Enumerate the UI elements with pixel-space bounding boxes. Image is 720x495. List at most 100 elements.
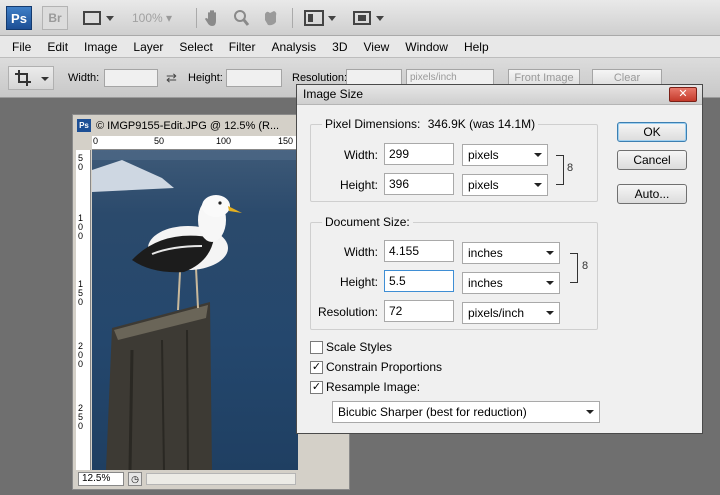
swap-icon[interactable]: ⇄ <box>166 70 177 86</box>
menu-select[interactable]: Select <box>173 40 218 54</box>
ruler-tick-label: 50 <box>154 136 165 146</box>
menu-window[interactable]: Window <box>399 40 454 54</box>
rotate-hand-icon <box>265 11 277 26</box>
doc-link-bracket <box>570 253 578 283</box>
tool-preset-picker[interactable] <box>8 66 54 90</box>
document-zoom-field[interactable]: 12.5% <box>78 472 124 486</box>
pixel-dimensions-heading: Pixel Dimensions: 346.9K (was 14.1M) <box>322 117 539 131</box>
chain-link-icon: 8 <box>567 162 574 174</box>
checkmark-icon: ✓ <box>311 361 322 373</box>
resample-image-checkbox[interactable]: ✓ <box>310 381 323 394</box>
scale-styles-label: Scale Styles <box>326 340 393 354</box>
image-canvas[interactable] <box>92 150 298 470</box>
pixel-height-label: Height: <box>339 178 378 192</box>
ruler-tick-label: 2 0 0 <box>78 341 84 369</box>
crop-tool-icon <box>15 70 49 86</box>
pixel-height-input[interactable]: 396 <box>384 173 454 195</box>
resolution-unit-value: pixels/inch <box>410 72 457 83</box>
seagull-photo <box>92 150 298 470</box>
ruler-tick-label: 100 <box>216 136 232 146</box>
screen-mode-select[interactable] <box>352 8 388 28</box>
auto-button[interactable]: Auto... <box>617 184 687 204</box>
doc-resolution-input[interactable]: 72 <box>384 300 454 322</box>
pixel-dimensions-summary: 346.9K (was 14.1M) <box>427 117 536 131</box>
document-size-label: Document Size: <box>322 215 413 229</box>
crop-height-input[interactable] <box>226 69 282 87</box>
zoom-tool-button[interactable] <box>232 8 250 28</box>
dialog-title: Image Size <box>303 87 364 101</box>
arrange-documents-button[interactable] <box>304 8 340 28</box>
screen-mode-button[interactable] <box>82 8 116 28</box>
screen-mode-icon <box>353 11 384 25</box>
ruler-tick-label: 150 <box>278 136 294 146</box>
doc-height-label: Height: <box>339 275 378 289</box>
close-icon: ✕ <box>678 88 688 100</box>
bridge-button[interactable]: Br <box>42 6 68 30</box>
pixel-height-unit-value: pixels <box>468 178 499 192</box>
rotate-view-button[interactable] <box>262 8 280 28</box>
zoom-level-select[interactable]: 100% ▾ <box>132 11 172 25</box>
ruler-tick-label: 0 <box>93 136 99 146</box>
pixel-width-label: Width: <box>343 148 378 162</box>
horizontal-ruler[interactable]: 0 50 100 150 <box>92 136 300 150</box>
menu-layer[interactable]: Layer <box>127 40 169 54</box>
cancel-button[interactable]: Cancel <box>617 150 687 170</box>
doc-resolution-unit-select[interactable]: pixels/inch <box>462 302 560 324</box>
doc-resolution-unit-value: pixels/inch <box>468 306 525 320</box>
doc-width-input[interactable]: 4.155 <box>384 240 454 262</box>
hand-tool-button[interactable] <box>204 8 222 28</box>
crop-width-input[interactable] <box>104 69 158 87</box>
menu-file[interactable]: File <box>6 40 37 54</box>
chain-link-icon: 8 <box>582 260 589 272</box>
status-menu-icon[interactable]: ◷ <box>128 472 142 486</box>
ruler-tick-label: 5 0 <box>78 153 84 172</box>
zoom-level-value: 100% <box>132 11 163 25</box>
constrain-proportions-label: Constrain Proportions <box>326 360 443 374</box>
doc-resolution-label: Resolution: <box>317 305 378 319</box>
pixel-width-input[interactable]: 299 <box>384 143 454 165</box>
document-ps-icon: Ps <box>77 119 91 132</box>
horizontal-scrollbar[interactable] <box>146 473 296 485</box>
pixel-dimensions-label: Pixel Dimensions: <box>325 117 421 131</box>
menu-bar: File Edit Image Layer Select Filter Anal… <box>0 36 720 58</box>
resample-method-select[interactable]: Bicubic Sharper (best for reduction) <box>332 401 600 423</box>
vertical-ruler[interactable]: 5 0 1 0 0 1 5 0 2 0 0 2 5 0 <box>76 150 91 470</box>
menu-analysis[interactable]: Analysis <box>265 40 322 54</box>
divider <box>196 8 197 28</box>
ruler-tick-label: 1 5 0 <box>78 279 84 307</box>
doc-width-label: Width: <box>343 245 378 259</box>
film-strip-icon <box>83 11 114 25</box>
divider <box>292 8 293 28</box>
menu-view[interactable]: View <box>357 40 395 54</box>
menu-3d[interactable]: 3D <box>326 40 353 54</box>
height-label: Height: <box>188 72 223 84</box>
pixel-link-bracket <box>556 155 564 185</box>
doc-width-unit-select[interactable]: inches <box>462 242 560 264</box>
doc-height-input[interactable]: 5.5 <box>384 270 454 292</box>
ok-button[interactable]: OK <box>617 122 687 142</box>
scale-styles-checkbox[interactable] <box>310 341 323 354</box>
menu-edit[interactable]: Edit <box>41 40 74 54</box>
pixel-width-unit-value: pixels <box>468 148 499 162</box>
arrange-icon <box>304 10 336 26</box>
doc-width-unit-value: inches <box>468 246 503 260</box>
hand-icon <box>205 10 216 26</box>
resolution-label: Resolution: <box>292 72 348 84</box>
pixel-height-unit-select[interactable]: pixels <box>462 174 548 196</box>
constrain-proportions-checkbox[interactable]: ✓ <box>310 361 323 374</box>
close-button[interactable]: ✕ <box>669 87 697 102</box>
resample-method-value: Bicubic Sharper (best for reduction) <box>338 405 527 419</box>
resample-image-label: Resample Image: <box>326 380 421 394</box>
checkmark-icon: ✓ <box>311 381 322 393</box>
pixel-width-unit-select[interactable]: pixels <box>462 144 548 166</box>
doc-height-unit-value: inches <box>468 276 503 290</box>
menu-filter[interactable]: Filter <box>223 40 262 54</box>
photoshop-logo: Ps <box>6 6 32 30</box>
magnifier-icon <box>234 10 250 26</box>
doc-height-unit-select[interactable]: inches <box>462 272 560 294</box>
menu-image[interactable]: Image <box>78 40 123 54</box>
menu-help[interactable]: Help <box>458 40 495 54</box>
width-label: Width: <box>68 72 100 84</box>
ruler-tick-label: 1 0 0 <box>78 213 84 241</box>
ruler-tick-label: 2 5 0 <box>78 403 84 431</box>
